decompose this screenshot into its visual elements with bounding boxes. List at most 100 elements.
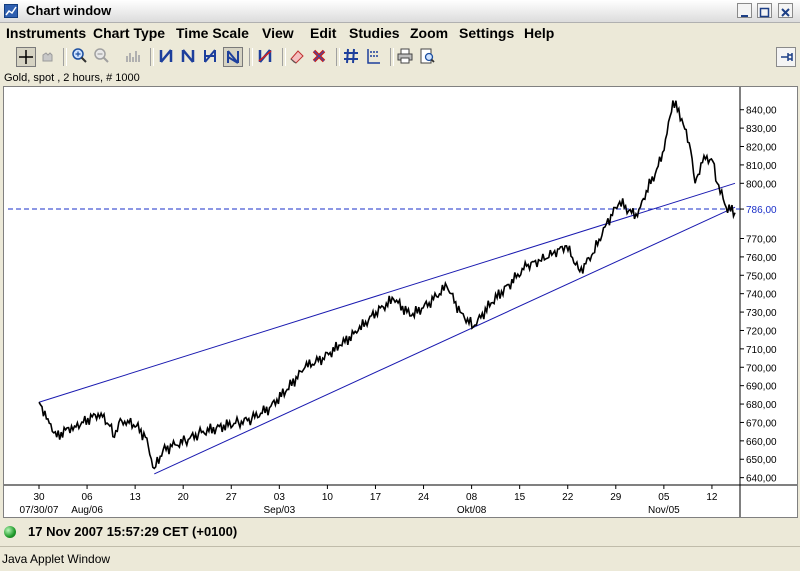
menu-time-scale[interactable]: Time Scale [176,25,249,41]
menu-instruments[interactable]: Instruments [6,25,86,41]
menu-zoom[interactable]: Zoom [410,25,448,41]
y-tick-label: 640,00 [746,474,777,485]
y-tick-label: 700,00 [746,363,777,374]
x-tick-label: 10 [322,492,334,503]
maximize-icon [759,7,770,18]
delete-icon [312,49,326,63]
toolbar [0,44,800,70]
minimize-button[interactable] [737,3,752,18]
y-tick-label: 730,00 [746,308,777,319]
menu-chart-type[interactable]: Chart Type [93,25,165,41]
applet-footer-text: Java Applet Window [2,552,111,566]
x-tick-label: 15 [514,492,526,503]
pin-button[interactable] [776,47,796,67]
crosshair-button[interactable] [16,47,36,67]
x-date-label: Nov/05 [648,505,680,516]
pin-icon [781,53,793,61]
applet-footer: Java Applet Window [0,546,800,571]
x-date-label: Okt/08 [457,505,487,516]
title-bar: Chart window [0,0,800,23]
zoom-in-button[interactable] [70,47,90,67]
menu-edit[interactable]: Edit [310,25,336,41]
y-tick-label: 740,00 [746,290,777,301]
y-tick-label: 760,00 [746,253,777,264]
draw-regression-button[interactable] [256,47,276,67]
x-date-label: Sep/03 [263,505,295,516]
channel-icon [181,49,195,63]
y-tick-label: 660,00 [746,437,777,448]
x-tick-label: 27 [226,492,238,503]
x-tick-label: 22 [562,492,574,503]
minimize-icon [741,15,748,17]
printer-icon [397,48,413,64]
draw-fibonacci-button[interactable] [201,47,221,67]
x-tick-label: 29 [610,492,622,503]
delete-all-button[interactable] [310,47,330,67]
y-tick-label: 690,00 [746,382,777,393]
y-tick-label: 670,00 [746,418,777,429]
x-tick-label: 03 [274,492,286,503]
trendline-icon [159,49,173,63]
x-tick-label: 12 [706,492,718,503]
fibonacci-icon [204,49,216,63]
close-icon [781,8,790,17]
print-preview-button[interactable] [418,47,438,67]
y-tick-label: 840,00 [746,106,777,117]
draw-gann-button[interactable] [223,47,243,67]
draw-trendline-button[interactable] [157,47,177,67]
volume-button[interactable] [124,47,144,67]
x-tick-label: 05 [658,492,670,503]
x-tick-label: 13 [130,492,142,503]
eraser-icon [290,50,304,64]
ruler-icon [367,49,380,64]
menu-studies[interactable]: Studies [349,25,400,41]
window-title: Chart window [26,3,112,18]
status-bar: 17 Nov 2007 15:57:29 CET (+0100) [0,519,800,545]
maximize-button[interactable] [757,3,772,18]
close-button[interactable] [778,3,793,18]
y-tick-label: 810,00 [746,161,777,172]
y-tick-label: 650,00 [746,455,777,466]
status-timestamp: 17 Nov 2007 15:57:29 CET (+0100) [28,524,238,539]
x-tick-label: 20 [178,492,190,503]
crosshair-icon [19,50,33,64]
eraser-button[interactable] [288,47,308,67]
gann-icon [227,50,239,64]
pan-icon [42,52,53,62]
y-tick-label: 820,00 [746,143,777,154]
menu-help[interactable]: Help [524,25,554,41]
x-date-label: Aug/06 [71,505,103,516]
y-tick-label: 800,00 [746,179,777,190]
y-tick-label: 720,00 [746,326,777,337]
print-preview-icon [420,48,435,64]
draw-channel-button[interactable] [179,47,199,67]
x-tick-label: 17 [370,492,382,503]
y-tick-label: 710,00 [746,345,777,356]
menu-settings[interactable]: Settings [459,25,514,41]
x-tick-label: 24 [418,492,430,503]
x-date-label: 07/30/07 [20,505,59,516]
grid-button[interactable] [342,47,362,67]
trendline-1 [38,182,736,403]
x-tick-label: 06 [82,492,94,503]
zoom-out-button[interactable] [92,47,112,67]
menu-view[interactable]: View [262,25,294,41]
y-tick-label: 680,00 [746,400,777,411]
price-line [38,100,736,470]
y-tick-label: 786,00 [746,205,777,216]
bar-chart-icon [126,51,140,62]
connection-status-icon [4,526,16,538]
print-button[interactable] [396,47,416,67]
chart-area[interactable]: 640,00 650,00 660,00 670,00 680,00 690,00 700,… [3,86,798,518]
ruler-button[interactable] [364,47,384,67]
instrument-info: Gold, spot , 2 hours, # 1000 [4,72,140,84]
price-chart[interactable]: 640,00 650,00 660,00 670,00 680,00 690,00 700,… [4,87,797,517]
pan-button[interactable] [38,47,58,67]
y-tick-label: 770,00 [746,234,777,245]
x-tick-label: 30 [33,492,45,503]
trendline-2 [154,206,736,475]
zoom-out-icon [94,48,109,63]
grid-icon [344,48,358,64]
regression-icon [258,49,272,63]
zoom-in-icon [72,48,87,63]
